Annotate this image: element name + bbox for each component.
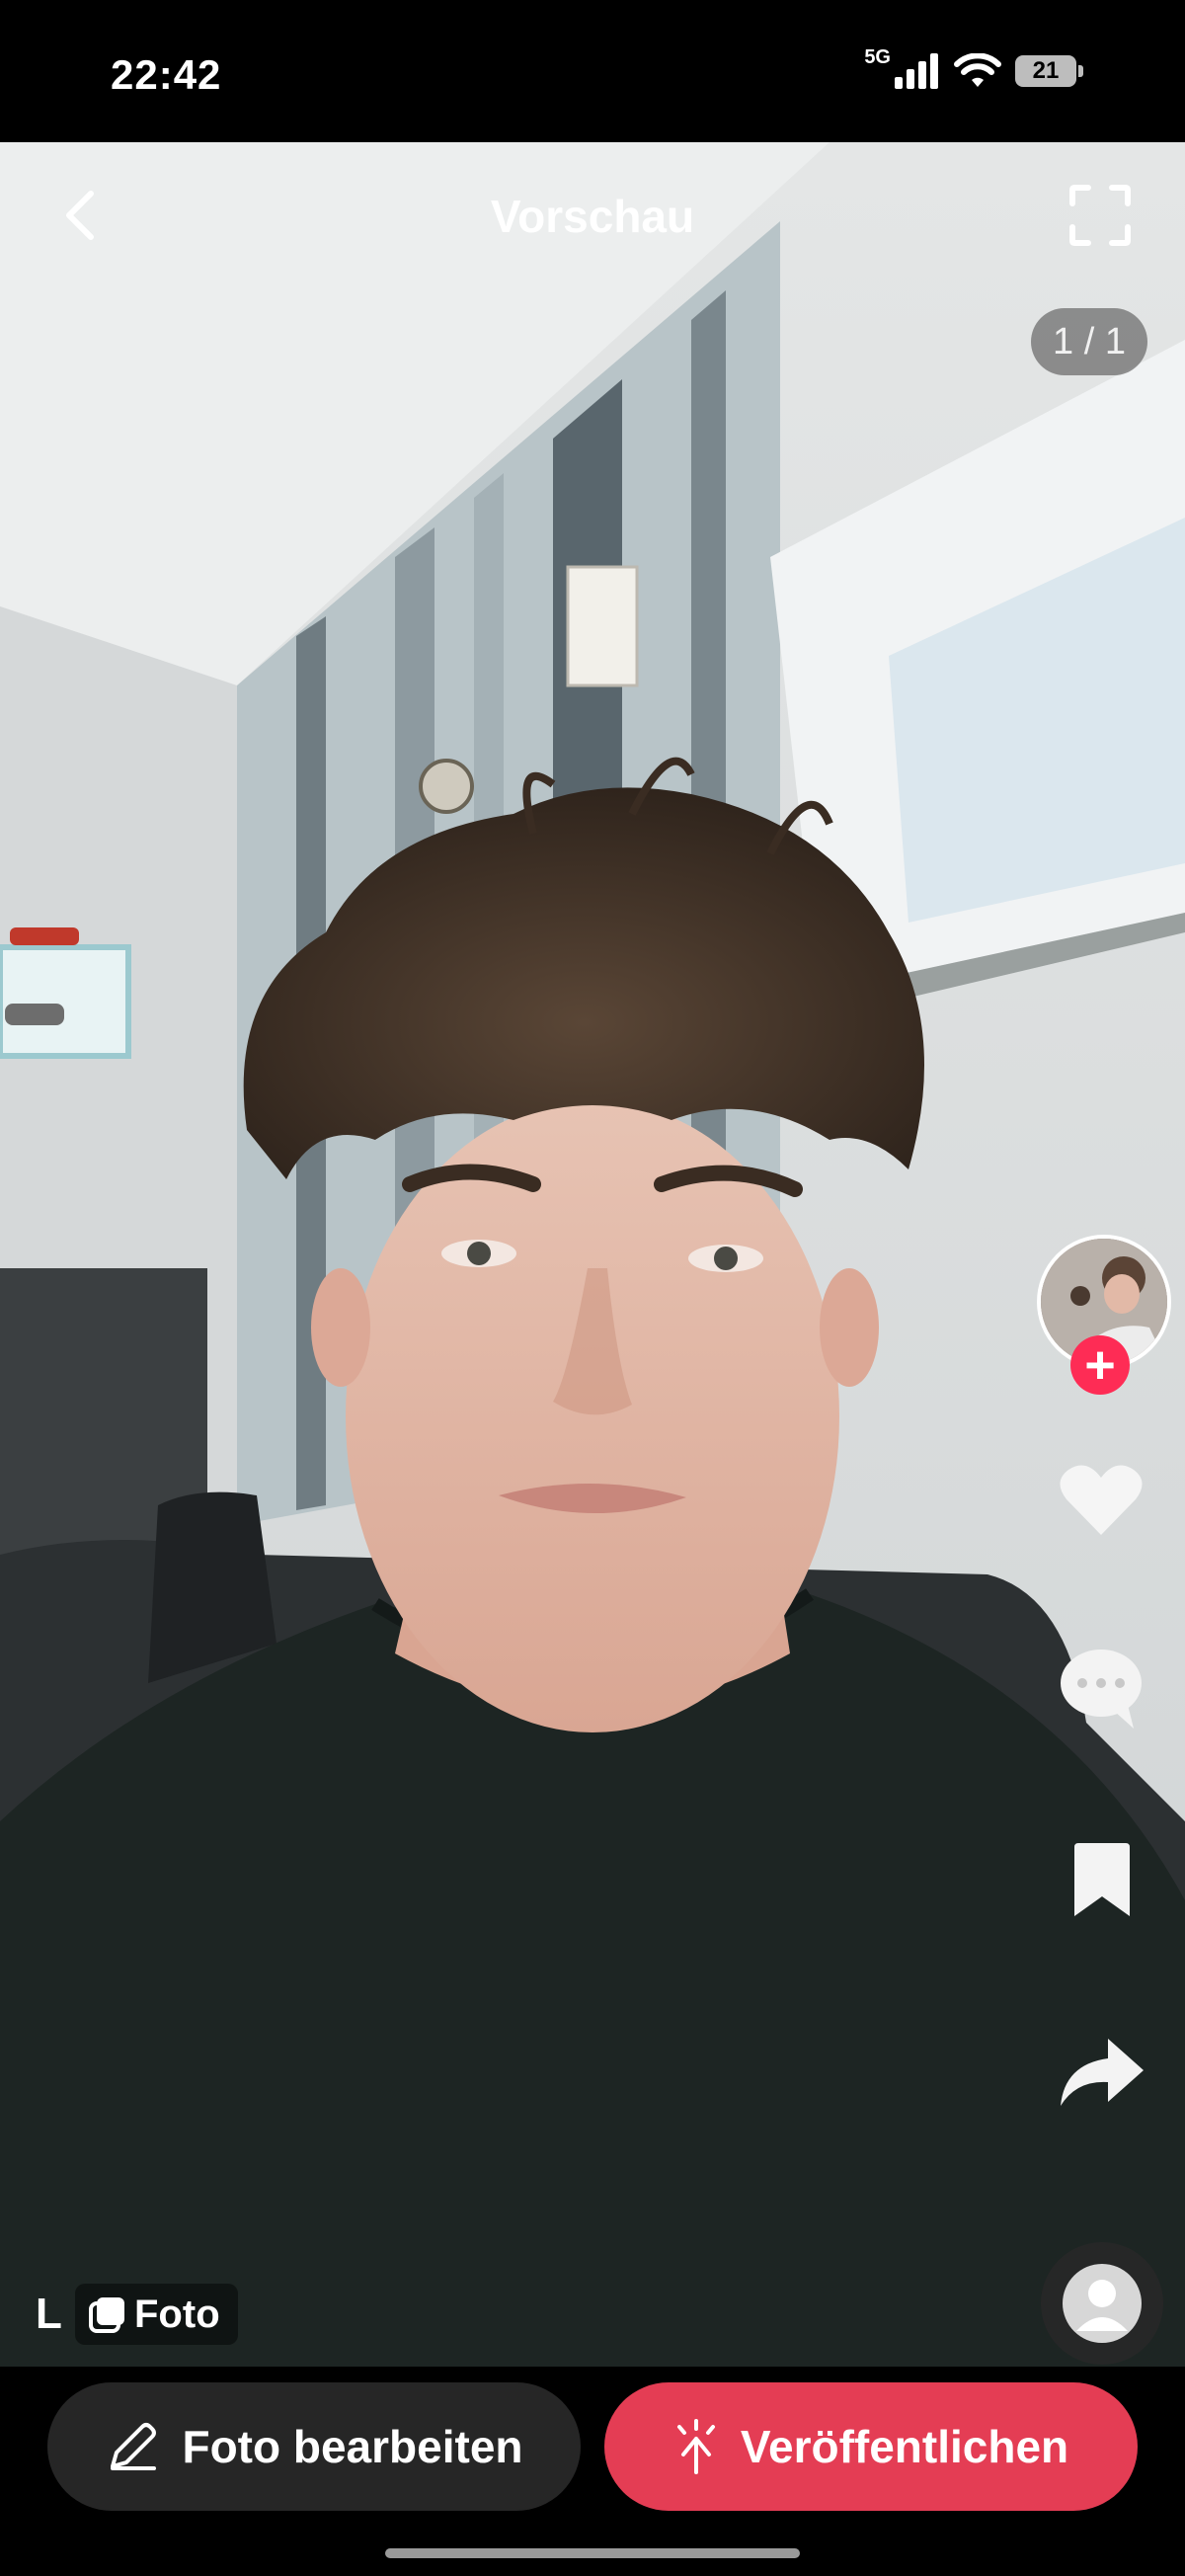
signal-icon [895, 53, 938, 89]
home-indicator[interactable] [385, 2548, 800, 2558]
page-title: Vorschau [490, 191, 695, 242]
comment-icon[interactable] [1059, 1648, 1144, 1731]
photo-tag: Foto [75, 2284, 238, 2345]
photo-stack-icon [89, 2297, 124, 2333]
share-icon[interactable] [1059, 2037, 1146, 2108]
pencil-icon [111, 2423, 157, 2470]
edit-photo-label: Foto bearbeiten [182, 2421, 523, 2472]
network-label: 5G [864, 45, 891, 68]
follow-button[interactable]: + [1070, 1335, 1130, 1395]
status-time: 22:42 [111, 51, 222, 98]
photo-image [0, 142, 1185, 2367]
edit-photo-button[interactable]: Foto bearbeiten [47, 2382, 581, 2511]
page-indicator: 1 / 1 [1031, 308, 1147, 375]
wifi-icon [954, 53, 1001, 87]
sound-avatar-icon [1063, 2264, 1142, 2343]
status-bar: 22:42 5G 21 [0, 0, 1185, 142]
battery-icon: 21 [1015, 55, 1083, 87]
heart-icon[interactable] [1059, 1462, 1144, 1539]
l-label: L [36, 2290, 62, 2338]
photo-preview[interactable] [0, 142, 1185, 2367]
photo-tag-label: Foto [134, 2292, 220, 2336]
publish-label: Veröffentlichen [740, 2421, 1069, 2472]
sparkle-icon [676, 2419, 715, 2474]
sound-icon[interactable] [1041, 2242, 1163, 2365]
fullscreen-icon[interactable] [1068, 184, 1132, 247]
bookmark-icon[interactable] [1070, 1843, 1134, 1918]
status-icons: 5G 21 [864, 46, 1083, 89]
publish-button[interactable]: Veröffentlichen [604, 2382, 1138, 2511]
